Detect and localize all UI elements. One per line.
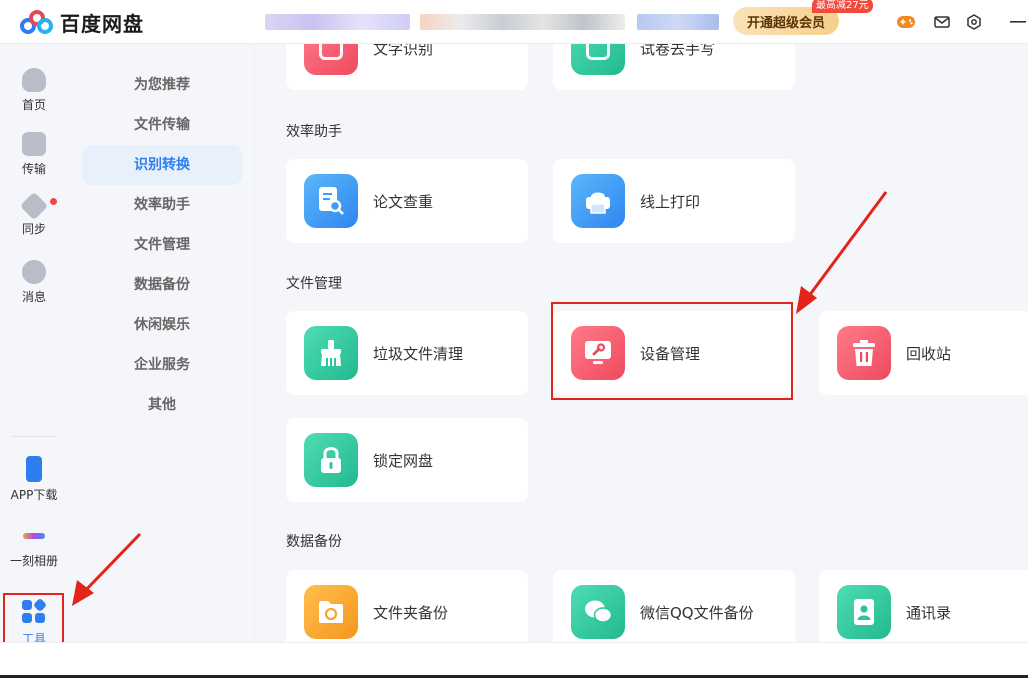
tools-main-panel: 文字识别 试卷去手写 效率助手 论文查重 线上打印 文件管理 垃圾文件清理 设备… [255, 44, 1028, 642]
tool-card-lock-netdisk[interactable]: 锁定网盘 [286, 418, 528, 502]
transfer-icon [22, 132, 46, 156]
sync-icon [19, 191, 49, 221]
rail-item-tools[interactable]: 工具 [0, 597, 68, 647]
tool-card-wechat-qq-backup[interactable]: 微信QQ文件备份 [553, 570, 795, 642]
tool-card-contacts[interactable]: 通讯录 [819, 570, 1028, 642]
rail-label: 首页 [21, 98, 46, 112]
tool-card-label: 试卷去手写 [640, 44, 716, 58]
tools-icon [22, 597, 48, 624]
tool-card-label: 文字识别 [373, 44, 434, 58]
tool-card-text-ocr[interactable]: 文字识别 [286, 44, 528, 90]
tool-card-label: 文件夹备份 [373, 604, 449, 622]
category-item[interactable]: 效率助手 [82, 185, 242, 225]
mail-icon[interactable] [932, 12, 952, 32]
blurred-user-info [637, 14, 719, 30]
user-icon [22, 260, 46, 284]
chat-bubble-icon [571, 585, 625, 639]
tool-card-remove-handwriting[interactable]: 试卷去手写 [553, 44, 795, 90]
section-title-efficiency: 效率助手 [286, 124, 342, 140]
trash-icon [837, 326, 891, 380]
app-name: 百度网盘 [60, 12, 144, 36]
rail-item-messages[interactable]: 消息 [0, 260, 68, 305]
section-title-file-management: 文件管理 [286, 276, 342, 292]
category-item[interactable]: 数据备份 [82, 265, 242, 305]
rail-label: 同步 [21, 222, 46, 236]
rail-label: APP下载 [10, 488, 58, 502]
tool-card-junk-cleanup[interactable]: 垃圾文件清理 [286, 311, 528, 395]
section-title-data-backup: 数据备份 [286, 534, 342, 550]
tool-card-label: 线上打印 [640, 193, 701, 211]
tool-card-label: 锁定网盘 [373, 452, 434, 470]
category-item[interactable]: 文件管理 [82, 225, 242, 265]
folder-backup-icon [304, 585, 358, 639]
rail-item-app-download[interactable]: APP下载 [0, 456, 68, 503]
baidu-pan-logo-icon [20, 9, 54, 36]
category-item[interactable]: 休闲娱乐 [82, 305, 242, 345]
device-management-highlight-box [551, 302, 793, 400]
rail-item-sync[interactable]: 同步 [0, 191, 68, 237]
lock-icon [304, 433, 358, 487]
tool-card-label: 回收站 [906, 345, 952, 363]
tool-card-online-print[interactable]: 线上打印 [553, 159, 795, 243]
tool-card-label: 微信QQ文件备份 [640, 604, 754, 622]
category-item[interactable]: 文件传输 [82, 105, 242, 145]
status-bar [0, 642, 1028, 678]
tool-card-label: 垃圾文件清理 [373, 345, 464, 363]
printer-icon [571, 174, 625, 228]
app-logo[interactable]: 百度网盘 [20, 8, 144, 37]
tool-card-label: 通讯录 [906, 604, 952, 622]
blurred-user-info [420, 14, 625, 30]
category-item[interactable]: 为您推荐 [82, 65, 242, 105]
title-bar: 百度网盘 开通超级会员 最高减27元 [0, 0, 1028, 44]
tool-card-paper-check[interactable]: 论文查重 [286, 159, 528, 243]
category-item-active[interactable]: 识别转换 [82, 145, 242, 185]
tool-category-list: 为您推荐 文件传输 识别转换 效率助手 文件管理 数据备份 休闲娱乐 企业服务 … [68, 44, 255, 642]
rail-label: 传输 [21, 162, 46, 176]
remove-handwriting-icon [571, 44, 625, 75]
blurred-user-info [265, 14, 410, 30]
minimize-icon[interactable] [1008, 12, 1028, 32]
cloud-icon [22, 68, 46, 92]
tool-card-recycle-bin[interactable]: 回收站 [819, 311, 1028, 395]
phone-icon [26, 456, 42, 482]
rail-item-home[interactable]: 首页 [0, 68, 68, 113]
left-navigation-rail: 首页 传输 同步 消息 APP下载 一刻相册 工具 [0, 44, 68, 678]
tool-card-folder-backup[interactable]: 文件夹备份 [286, 570, 528, 642]
tool-card-label: 论文查重 [373, 193, 434, 211]
rail-item-album[interactable]: 一刻相册 [0, 524, 68, 569]
settings-icon[interactable] [964, 12, 984, 32]
broom-icon [304, 326, 358, 380]
gamepad-icon[interactable] [896, 12, 916, 32]
paper-check-icon [304, 174, 358, 228]
contacts-icon [837, 585, 891, 639]
text-ocr-icon [304, 44, 358, 75]
category-item[interactable]: 其他 [82, 385, 242, 425]
album-icon [23, 533, 45, 539]
rail-item-transfer[interactable]: 传输 [0, 132, 68, 177]
rail-label: 一刻相册 [9, 554, 58, 568]
rail-divider [12, 436, 56, 437]
vip-discount-badge: 最高减27元 [812, 0, 873, 13]
notification-dot [50, 198, 57, 205]
category-item[interactable]: 企业服务 [82, 345, 242, 385]
rail-label: 消息 [21, 290, 46, 304]
